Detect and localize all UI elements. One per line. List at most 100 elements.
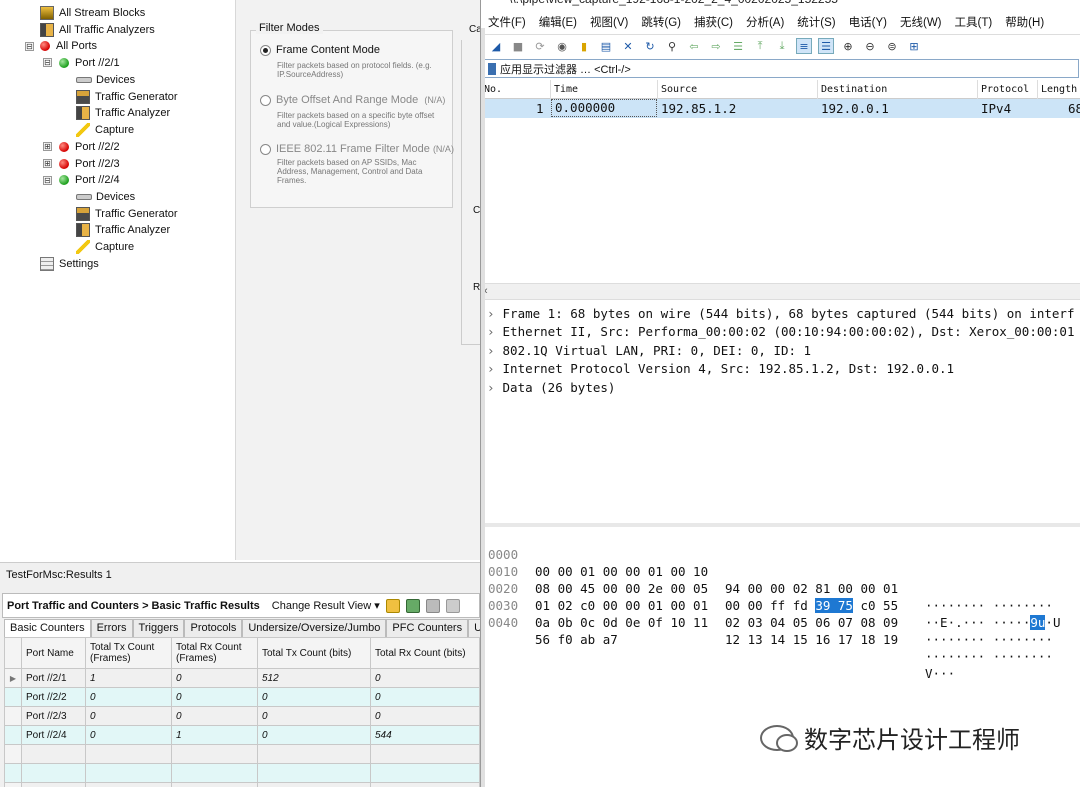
table-row[interactable]: Port //2/3 0 0 0 0 <box>4 706 480 726</box>
tab-user-defined[interactable]: User D <box>468 619 480 637</box>
go-forward-icon[interactable]: ⇨ <box>708 38 724 54</box>
hex-row[interactable]: 0010 08 00 45 00 00 2e 00 05 00 00 ff fd… <box>481 546 1060 630</box>
ieee80211-mode-radio[interactable]: IEEE 802.11 Frame Filter Mode (N/A) <box>260 143 454 155</box>
column-source[interactable]: Source <box>658 80 818 99</box>
go-back-icon[interactable]: ⇦ <box>686 38 702 54</box>
print-icon[interactable] <box>425 598 440 613</box>
menu-help[interactable]: 帮助(H) <box>998 14 1050 32</box>
expand-port-2-2-toggle[interactable]: ⊞ <box>43 142 52 151</box>
find-packet-icon[interactable]: ⚲ <box>664 38 680 54</box>
tree-item-traffic-generator[interactable]: Traffic Generator <box>76 88 178 105</box>
column-time[interactable]: Time <box>551 80 658 99</box>
close-file-icon[interactable]: ✕ <box>620 38 636 54</box>
export-icon[interactable] <box>385 598 400 613</box>
column-header[interactable]: Total Tx Count (bits) <box>257 637 371 669</box>
expand-arrow-icon: › <box>487 306 495 321</box>
detail-item[interactable]: › Ethernet II, Src: Performa_00:00:02 (00… <box>487 323 1074 341</box>
bookmark-icon[interactable] <box>488 62 496 75</box>
menu-view[interactable]: 视图(V) <box>583 14 634 32</box>
tree-item-traffic-analyzer[interactable]: Traffic Analyzer <box>76 104 170 121</box>
byte-offset-mode-radio[interactable]: Byte Offset And Range Mode (N/A) <box>260 94 445 106</box>
tab-triggers[interactable]: Triggers <box>132 619 185 637</box>
menu-tools[interactable]: 工具(T) <box>948 14 999 32</box>
tree-item-port-2-3[interactable]: Port //2/3 <box>59 155 120 172</box>
zoom-reset-icon[interactable]: ⊜ <box>884 38 900 54</box>
stop-icon[interactable]: ■ <box>510 38 526 54</box>
menu-go[interactable]: 跳转(G) <box>634 14 687 32</box>
tree-item-traffic-generator[interactable]: Traffic Generator <box>76 205 178 222</box>
hex-row[interactable]: 0000 00 00 01 00 00 01 00 10 94 00 00 02… <box>481 529 1053 613</box>
menu-analyze[interactable]: 分析(A) <box>739 14 790 32</box>
table-row[interactable]: Port //2/2 0 0 0 0 <box>4 687 480 707</box>
zoom-out-icon[interactable]: ⊖ <box>862 38 878 54</box>
change-result-view-button[interactable]: Change Result View ▾ <box>272 599 380 612</box>
resize-columns-icon[interactable]: ⊞ <box>906 38 922 54</box>
options-icon[interactable]: ◉ <box>554 38 570 54</box>
collapse-port-2-1-toggle[interactable]: ⊟ <box>43 58 52 67</box>
tab-errors[interactable]: Errors <box>90 619 133 637</box>
hex-row[interactable]: 0040 56 f0 ab a7 V··· <box>481 597 955 681</box>
column-length[interactable]: Length <box>1038 80 1080 99</box>
restart-icon[interactable]: ⟳ <box>532 38 548 54</box>
tab-pfc-counters[interactable]: PFC Counters <box>386 619 469 637</box>
pane-divider[interactable] <box>481 523 1080 527</box>
tree-item-capture[interactable]: Capture <box>76 121 134 138</box>
tree-item-all-traffic-analyzers[interactable]: All Traffic Analyzers <box>40 21 155 38</box>
tab-protocols[interactable]: Protocols <box>184 619 243 637</box>
column-destination[interactable]: Destination <box>818 80 978 99</box>
autoscroll-icon[interactable]: ≡ <box>796 38 812 54</box>
results-breadcrumb[interactable]: Port Traffic and Counters > Basic Traffi… <box>7 600 260 612</box>
frame-content-mode-radio[interactable]: Frame Content Mode <box>260 44 380 56</box>
expand-port-2-3-toggle[interactable]: ⊞ <box>43 159 52 168</box>
detail-item[interactable]: › 802.1Q Virtual LAN, PRI: 0, DEI: 0, ID:… <box>487 342 811 360</box>
tree-item-capture[interactable]: Capture <box>76 238 134 255</box>
menu-telephony[interactable]: 电话(Y) <box>842 14 893 32</box>
tree-item-devices[interactable]: Devices <box>76 71 135 88</box>
column-no[interactable]: No. <box>481 80 551 99</box>
zoom-in-icon[interactable]: ⊕ <box>840 38 856 54</box>
tree-item-traffic-analyzer[interactable]: Traffic Analyzer <box>76 221 170 238</box>
save-file-icon[interactable]: ▤ <box>598 38 614 54</box>
hex-row[interactable]: 0030 0a 0b 0c 0d 0e 0f 10 11 12 13 14 15… <box>481 580 1053 664</box>
menu-file[interactable]: 文件(F) <box>481 14 532 32</box>
collapse-port-2-4-toggle[interactable]: ⊟ <box>43 176 52 185</box>
detail-item[interactable]: › Internet Protocol Version 4, Src: 192.8… <box>487 360 954 378</box>
tree-item-all-stream-blocks[interactable]: All Stream Blocks <box>40 4 145 21</box>
menu-capture[interactable]: 捕获(C) <box>687 14 739 32</box>
tab-undersize-oversize-jumbo[interactable]: Undersize/Oversize/Jumbo <box>242 619 387 637</box>
column-header[interactable]: Port Name <box>21 637 86 669</box>
column-header[interactable]: Total Rx Count (Frames) <box>171 637 258 669</box>
tree-item-all-ports[interactable]: All Ports <box>40 37 97 54</box>
refresh-icon[interactable] <box>405 598 420 613</box>
colorize-icon[interactable]: ☰ <box>818 38 834 54</box>
traffic-analyzer-icon <box>76 222 90 237</box>
tree-item-port-2-1[interactable]: Port //2/1 <box>59 54 120 71</box>
go-first-icon[interactable]: ⤒ <box>752 38 768 54</box>
horizontal-scrollbar[interactable]: ‹ <box>481 283 1080 300</box>
tab-basic-counters[interactable]: Basic Counters <box>4 619 91 637</box>
menu-statistics[interactable]: 统计(S) <box>790 14 841 32</box>
column-header[interactable]: Total Rx Count (bits) <box>370 637 480 669</box>
table-row[interactable]: Port //2/4 0 1 0 544 <box>4 725 480 745</box>
column-header[interactable]: Total Tx Count (Frames) <box>85 637 172 669</box>
detail-item[interactable]: › Data (26 bytes) <box>487 379 615 397</box>
go-last-icon[interactable]: ⤓ <box>774 38 790 54</box>
collapse-all-ports-toggle[interactable]: ⊟ <box>25 42 34 51</box>
hex-row[interactable]: 0020 01 02 c0 00 00 01 00 01 02 03 04 05… <box>481 563 1053 647</box>
table-row[interactable]: ▶ Port //2/1 1 0 512 0 <box>4 668 480 688</box>
display-filter-input[interactable]: 应用显示过滤器 … <Ctrl-/> <box>483 59 1079 78</box>
column-protocol[interactable]: Protocol <box>978 80 1038 99</box>
menu-wireless[interactable]: 无线(W) <box>893 14 948 32</box>
go-to-packet-icon[interactable]: ☰ <box>730 38 746 54</box>
tree-item-settings[interactable]: Settings <box>40 255 99 272</box>
detail-item[interactable]: › Frame 1: 68 bytes on wire (544 bits), 6… <box>487 305 1074 323</box>
open-file-icon[interactable]: ▮ <box>576 38 592 54</box>
packet-row[interactable]: 1 0.000000 192.85.1.2 192.0.0.1 IPv4 68 <box>481 99 1080 118</box>
tree-item-port-2-2[interactable]: Port //2/2 <box>59 138 120 155</box>
menu-edit[interactable]: 编辑(E) <box>532 14 583 32</box>
tree-item-devices[interactable]: Devices <box>76 188 135 205</box>
shark-fin-icon[interactable]: ◢ <box>488 38 504 54</box>
reload-file-icon[interactable]: ↻ <box>642 38 658 54</box>
pause-icon[interactable] <box>445 598 460 613</box>
tree-item-port-2-4[interactable]: Port //2/4 <box>59 171 120 188</box>
